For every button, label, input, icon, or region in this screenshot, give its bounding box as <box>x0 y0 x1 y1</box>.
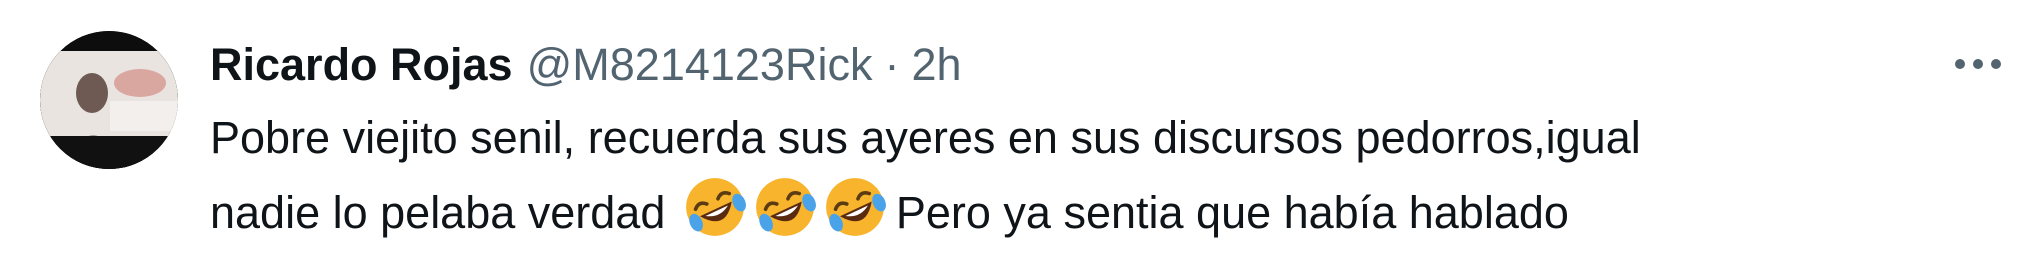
more-options-button[interactable] <box>1943 38 2013 90</box>
tweet-body: Ricardo Rojas @M8214123Rick · 2h Pobre v… <box>210 30 1951 249</box>
tweet-text-line-2: nadie lo pelaba verdad Pero ya sentia qu… <box>210 174 1951 249</box>
separator-dot: · <box>884 39 900 90</box>
tweet-card[interactable]: Ricardo Rojas @M8214123Rick · 2h Pobre v… <box>0 0 2041 275</box>
author-handle[interactable]: @M8214123Rick <box>527 30 873 100</box>
emoji-group <box>682 174 892 240</box>
tweet-text-line-1: Pobre viejito senil, recuerda sus ayeres… <box>210 112 1641 163</box>
tweet-text-line-2-end: Pero ya sentia que había hablado <box>895 187 1569 238</box>
author-name[interactable]: Ricardo Rojas <box>210 30 513 100</box>
avatar-image <box>40 31 178 169</box>
rolling-on-floor-laughing-icon <box>686 178 746 236</box>
tweet-text-line-2-start: nadie lo pelaba verdad <box>210 187 678 238</box>
timestamp[interactable]: 2h <box>911 30 961 100</box>
ellipsis-icon <box>1955 59 2001 69</box>
tweet-header: Ricardo Rojas @M8214123Rick · 2h <box>210 30 1951 100</box>
rolling-on-floor-laughing-icon <box>756 178 816 236</box>
rolling-on-floor-laughing-icon <box>826 178 886 236</box>
avatar[interactable] <box>40 31 178 169</box>
tweet-text: Pobre viejito senil, recuerda sus ayeres… <box>210 102 1951 249</box>
